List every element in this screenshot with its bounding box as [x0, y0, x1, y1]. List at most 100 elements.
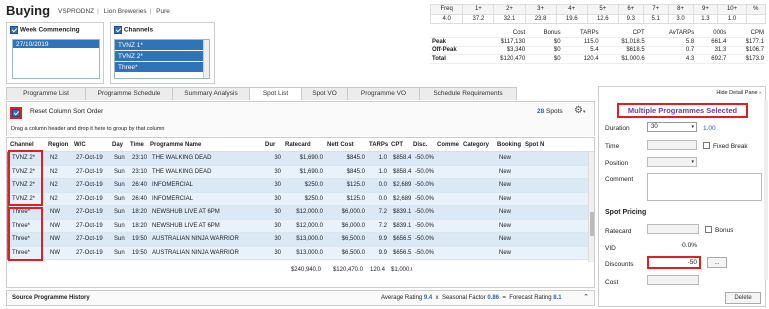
freq-header: 7+ [642, 4, 669, 15]
reset-sort-button[interactable]: Reset Column Sort Order [30, 108, 103, 115]
panel-scrollbar[interactable] [764, 100, 768, 280]
stats-cell: 31.3 [696, 46, 729, 55]
table-row[interactable]: TVNZ 2* N2 27-Oct-19 Sun 23:10 THE WALKING DE… [7, 165, 594, 179]
col-spot-no[interactable]: Spot N [522, 138, 548, 151]
table-row[interactable]: TVNZ 2* N2 27-Oct-19 Sun 26:40 INFOMERCIAL 30 $… [7, 179, 594, 193]
table-cell: -50.0% [415, 222, 435, 229]
crumb-agency: VSPRODNZ [58, 8, 95, 15]
week-listbox[interactable]: 27/10/2019 [12, 39, 100, 79]
group-drop-hint: Drag a column header and drop it here to… [6, 123, 595, 136]
grid-scrollbar[interactable] [588, 152, 594, 262]
hide-detail-label[interactable]: Hide Detail Pane [716, 90, 757, 96]
spot-pricing-heading: Spot Pricing [605, 209, 647, 216]
discounts-label: Discounts [605, 261, 634, 268]
channel-item[interactable]: TVNZ 1* [115, 40, 209, 51]
channels-listbox[interactable]: TVNZ 1* TVNZ 2* Three* [114, 39, 210, 79]
col-booking[interactable]: Booking [494, 138, 522, 151]
table-cell: $858.4 [393, 155, 412, 161]
table-row[interactable]: Three* NW 27-Oct-19 Sun 18:20 NEWSHUB LIVE AT… [7, 206, 594, 220]
table-cell: 0.0 [378, 182, 387, 188]
bonus-checkbox[interactable] [705, 226, 712, 233]
stats-cell: $177.1 [728, 37, 766, 47]
table-row[interactable]: TVNZ 2* N2 27-Oct-19 Sun 23:10 THE WALKING DE… [7, 152, 594, 166]
channels-checkbox[interactable] [114, 26, 122, 34]
tab-programme-schedule[interactable]: Programme Schedule [85, 87, 173, 100]
table-cell: AUSTRALIAN NINJA WARRIOR [152, 249, 239, 256]
time-label: Time [605, 143, 620, 150]
tab-schedule-requirements[interactable]: Schedule Requirements [419, 87, 517, 100]
col-disc[interactable]: Disc. [410, 138, 434, 151]
table-cell: 30 [274, 249, 281, 256]
delete-button[interactable]: Delete [725, 292, 761, 304]
col-cpt[interactable]: CPT [388, 138, 410, 151]
channel-item[interactable]: Three* [115, 62, 209, 73]
scrollbar-thumb[interactable] [590, 212, 594, 236]
vid-value[interactable]: 0.0% [647, 241, 699, 251]
col-day[interactable]: Day [109, 138, 127, 151]
col-tarps[interactable]: TARPs [366, 138, 388, 151]
col-ratecard[interactable]: Ratecard [282, 138, 324, 151]
col-nett-cost[interactable]: Nett Cost [324, 138, 366, 151]
col-region[interactable]: Region [45, 138, 71, 151]
hide-detail-pane[interactable]: Hide Detail Pane › [716, 90, 761, 96]
table-cell [462, 206, 496, 219]
gear-icon[interactable]: ⚙▾ [574, 105, 585, 116]
channels-scrollbar[interactable] [203, 40, 209, 78]
col-dur[interactable]: Dur [262, 138, 282, 151]
stats-row-peak: Peak $117,130 $0 115.0 $1,018.5 5.8 661.… [430, 37, 766, 47]
table-cell: $13,000.0 [296, 236, 323, 242]
tab-programme-vo[interactable]: Programme VO [347, 87, 420, 100]
table-cell: 19:50 [132, 236, 148, 242]
stats-cell: 5.4 [562, 46, 601, 55]
freq-header: 5+ [586, 4, 619, 15]
channel-item[interactable]: TVNZ 2* [115, 51, 209, 62]
table-row[interactable]: Three* NW 27-Oct-19 Sun 18:20 NEWSHUB LIVE AT… [7, 219, 594, 233]
table-cell: AUSTRALIAN NINJA WARRIOR [152, 236, 239, 242]
table-cell: 0.0 [378, 195, 387, 202]
fixed-break-checkbox[interactable] [703, 142, 710, 149]
table-row[interactable]: TVNZ 2* N2 27-Oct-19 Sun 26:40 INFOMERCIAL 30 $… [7, 192, 594, 206]
table-cell [436, 179, 462, 192]
ratecard-input[interactable] [647, 224, 699, 234]
stats-row-offpeak: Off-Peak $3,340 $0 5.4 $618.5 0.7 31.3 $… [430, 46, 766, 55]
table-row[interactable]: Three* NW 27-Oct-19 Sun 19:50 AUSTRALIAN NINJ… [7, 233, 594, 247]
col-category[interactable]: Category [460, 138, 494, 151]
table-cell: 26:40 [132, 195, 148, 202]
table-cell: 30 [274, 168, 281, 175]
duration-value: 30 [651, 124, 658, 130]
week-item[interactable]: 27/10/2019 [13, 40, 99, 49]
chevron-up-icon[interactable]: ⌃ [583, 291, 589, 305]
table-cell: $12,000.0 [296, 222, 323, 229]
discounts-ellipsis-button[interactable]: ... [707, 257, 727, 268]
spots-count: 28 Spots [537, 108, 563, 115]
table-cell [524, 166, 550, 179]
stats-row-label: Total [430, 54, 479, 64]
col-comment[interactable]: Comme [434, 138, 460, 151]
table-cell: 27-Oct-19 [76, 155, 103, 161]
freq-value: 32.1 [493, 13, 526, 24]
table-cell: 23:10 [132, 155, 148, 161]
chevron-right-icon[interactable]: › [759, 90, 761, 96]
select-all-checkbox[interactable] [12, 109, 20, 117]
time-input[interactable] [647, 140, 697, 150]
tab-programme-list[interactable]: Programme List [6, 87, 86, 100]
table-row[interactable]: Three* NW 27-Oct-19 Sun 19:50 AUSTRALIAN NINJ… [7, 246, 594, 260]
col-time[interactable]: Time [127, 138, 147, 151]
week-checkbox[interactable] [10, 26, 18, 34]
page-title: Buying [6, 3, 51, 18]
table-cell: 7.2 [378, 209, 387, 215]
discounts-input[interactable]: -50 [647, 256, 701, 269]
position-select[interactable]: ▾ [647, 157, 697, 167]
col-wc[interactable]: W/C [71, 138, 109, 151]
tab-summary-analysis[interactable]: Summary Analysis [172, 87, 250, 100]
comment-textarea[interactable] [647, 173, 762, 201]
tab-spot-vo[interactable]: Spot VO [301, 87, 348, 100]
duration-label: Duration [605, 125, 630, 132]
tab-spot-list[interactable]: Spot List [249, 87, 302, 100]
freq-value: 12.6 [586, 13, 619, 24]
duration-select[interactable]: 30 ▾ [647, 122, 697, 132]
col-programme-name[interactable]: Programme Name [147, 138, 262, 151]
stats-row-label: Off-Peak [430, 46, 479, 55]
stats-cell: 115.0 [562, 37, 601, 47]
cost-input[interactable] [647, 275, 699, 285]
